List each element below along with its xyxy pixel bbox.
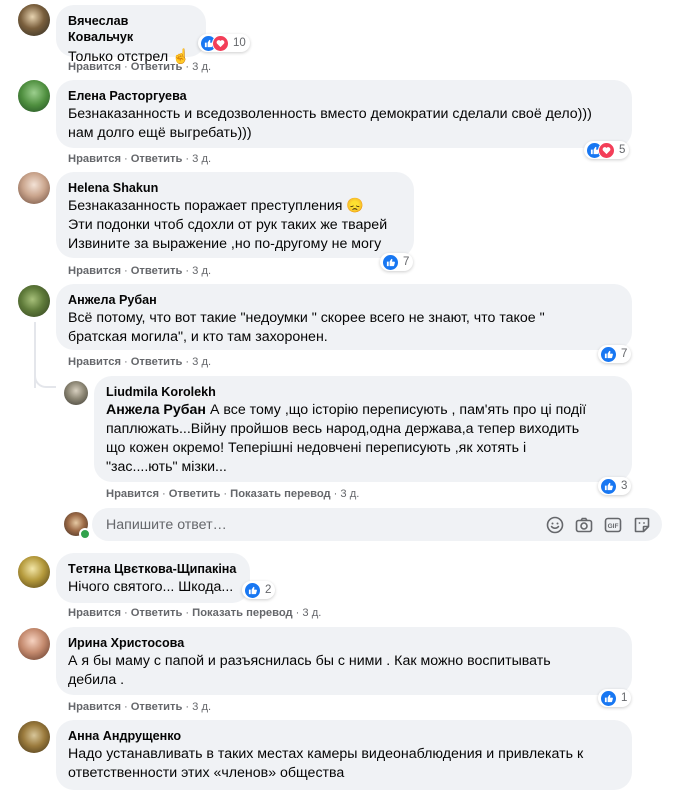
comment-text: Анжела Рубан А все тому ,що історію пере… [106, 401, 620, 477]
reaction-count: 7 [403, 256, 410, 268]
reaction-count: 5 [619, 144, 626, 156]
comment-bubble: Helena Shakun Безнаказанность поражает п… [56, 172, 414, 258]
comment-author[interactable]: Liudmila Korolekh [106, 384, 620, 400]
comment-bubble: Елена Расторгуева Безнаказанность и всед… [56, 80, 632, 148]
like-reaction-icon [382, 253, 399, 271]
like-link[interactable]: Нравится [68, 61, 121, 73]
comment-timestamp[interactable]: 3 д. [192, 61, 211, 73]
reactions-badge[interactable]: 7 [380, 253, 414, 271]
reactions-badge[interactable]: 5 [584, 141, 630, 159]
reactions-badge[interactable]: 10 [198, 34, 250, 52]
comment-bubble: Анна Андрущенко Надо устанавливать в так… [56, 720, 632, 790]
avatar[interactable] [18, 4, 50, 36]
like-link[interactable]: Нравится [68, 356, 121, 368]
thread-connector-curve [34, 366, 56, 388]
love-reaction-icon [212, 34, 229, 52]
comment-text: Безнаказанность поражает преступления 😞 … [68, 198, 388, 252]
avatar[interactable] [18, 80, 50, 112]
translate-link[interactable]: Показать перевод [192, 607, 293, 619]
comment-actions: Нравится · Ответить · 3 д. [68, 265, 212, 277]
comment-timestamp[interactable]: 3 д. [192, 153, 211, 165]
like-link[interactable]: Нравится [106, 488, 159, 500]
camera-icon[interactable] [574, 515, 594, 535]
comment-author[interactable]: Вячеслав Ковальчук [68, 13, 194, 45]
avatar[interactable] [64, 381, 88, 405]
reactions-badge[interactable]: 7 [598, 345, 632, 363]
reaction-count: 1 [621, 692, 628, 704]
reactions-badge[interactable]: 1 [598, 689, 632, 707]
emoji-icon[interactable] [545, 515, 565, 535]
comment-text: Надо устанавливать в таких местах камеры… [68, 746, 584, 781]
like-link[interactable]: Нравится [68, 607, 121, 619]
like-reaction-icon [600, 477, 617, 495]
reply-input[interactable] [104, 515, 528, 534]
reaction-count: 3 [621, 480, 628, 492]
comment-bubble: Анжела Рубан Всё потому, что вот такие "… [56, 284, 632, 350]
comment-bubble: Liudmila Korolekh Анжела Рубан А все том… [94, 376, 632, 482]
reactions-badge[interactable]: 3 [598, 477, 632, 495]
comment-bubble: Ирина Христосова А я бы маму с папой и р… [56, 627, 632, 695]
like-reaction-icon [600, 689, 617, 707]
comment-actions: Нравится · Ответить · Показать перевод · 3 д. [68, 607, 322, 619]
comment-author[interactable]: Tетяна Цвєткова-Щипакіна [68, 561, 238, 577]
mention-link[interactable]: Анжела Рубан [106, 402, 206, 418]
comment-bubble: Tетяна Цвєткова-Щипакіна Нічого святого.… [56, 553, 250, 603]
reply-link[interactable]: Ответить [131, 265, 183, 277]
like-link[interactable]: Нравится [68, 153, 121, 165]
avatar[interactable] [18, 721, 50, 753]
comment-actions: Нравится · Ответить · 3 д. [68, 356, 212, 368]
avatar[interactable] [18, 556, 50, 588]
comment-text: Безнаказанность и вседозволенность вмест… [68, 106, 592, 141]
reply-link[interactable]: Ответить [131, 61, 183, 73]
avatar[interactable] [18, 172, 50, 204]
reply-link[interactable]: Ответить [131, 701, 183, 713]
comment-author[interactable]: Анна Андрущенко [68, 728, 620, 744]
comment-actions: Нравится · Ответить · 3 д. [68, 61, 212, 73]
comment-timestamp[interactable]: 3 д. [302, 607, 321, 619]
comment-timestamp[interactable]: 3 д. [340, 488, 359, 500]
like-link[interactable]: Нравится [68, 701, 121, 713]
reply-link[interactable]: Ответить [131, 356, 183, 368]
comment-timestamp[interactable]: 3 д. [192, 265, 211, 277]
reply-composer[interactable]: GIF [92, 508, 662, 541]
reaction-count: 10 [233, 37, 246, 49]
comment-author[interactable]: Ирина Христосова [68, 635, 620, 651]
online-status-dot [79, 528, 91, 540]
comment-timestamp[interactable]: 3 д. [192, 701, 211, 713]
translate-link[interactable]: Показать перевод [230, 488, 331, 500]
composer-icons: GIF [545, 515, 652, 535]
comment-timestamp[interactable]: 3 д. [192, 356, 211, 368]
comment-author[interactable]: Анжела Рубан [68, 292, 620, 308]
comment-text: Всё потому, что вот такие "недоумки " ск… [68, 310, 545, 345]
comment-author[interactable]: Helena Shakun [68, 180, 402, 196]
reply-link[interactable]: Ответить [169, 488, 221, 500]
comment-bubble: Вячеслав Ковальчук Только отстрел ☝ [56, 5, 206, 65]
comment-author[interactable]: Елена Расторгуева [68, 88, 620, 104]
like-link[interactable]: Нравится [68, 265, 121, 277]
comment-actions: Нравится · Ответить · 3 д. [68, 701, 212, 713]
reactions-badge[interactable]: 2 [242, 581, 276, 599]
comment-text: А я бы маму с папой и разъяснилась бы с … [68, 653, 551, 688]
avatar[interactable] [18, 285, 50, 317]
comment-text: Нічого святого... Шкода... [68, 579, 234, 595]
reply-link[interactable]: Ответить [131, 607, 183, 619]
like-reaction-icon [600, 345, 617, 363]
reaction-count: 2 [265, 584, 272, 596]
love-reaction-icon [598, 141, 615, 159]
like-reaction-icon [244, 581, 261, 599]
avatar[interactable] [18, 628, 50, 660]
comment-actions: Нравится · Ответить · Показать перевод · 3 д. [106, 488, 360, 500]
gif-icon[interactable]: GIF [603, 515, 623, 535]
sticker-icon[interactable] [632, 515, 652, 535]
comment-actions: Нравится · Ответить · 3 д. [68, 153, 212, 165]
reaction-count: 7 [621, 348, 628, 360]
reply-link[interactable]: Ответить [131, 153, 183, 165]
svg-text:GIF: GIF [608, 523, 619, 530]
